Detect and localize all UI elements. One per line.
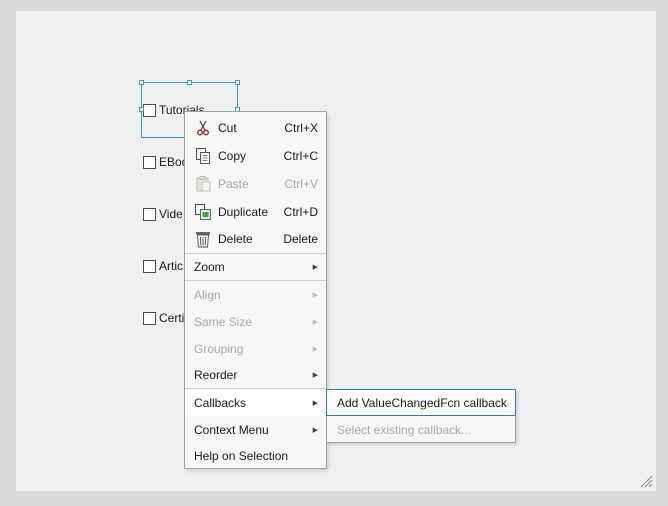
menu-item-duplicate[interactable]: Duplicate Ctrl+D: [185, 198, 326, 226]
menu-item-label: Align: [194, 287, 221, 302]
submenu-arrow-icon: ▶: [312, 264, 318, 271]
checkbox-certificates[interactable]: Certi: [143, 310, 184, 326]
menu-item-label: Help on Selection: [194, 449, 289, 463]
checkbox-label: Certi: [159, 311, 185, 325]
submenu-arrow-icon: ▶: [312, 291, 318, 299]
menu-item-reorder[interactable]: Reorder ▶: [185, 362, 326, 388]
menu-item-grouping[interactable]: Grouping ▶: [185, 335, 326, 362]
submenu-arrow-icon: ▶: [312, 399, 318, 407]
scissors-icon: [197, 120, 209, 136]
checkbox-articles[interactable]: Artic: [143, 258, 183, 274]
submenu-item-label: Add ValueChangedFcn callback: [337, 395, 507, 410]
menu-item-label: Zoom: [194, 260, 225, 274]
shortcut-label: Ctrl+X: [284, 121, 318, 135]
checkbox-ebooks[interactable]: EBoo: [143, 154, 188, 170]
checkbox-box[interactable]: [143, 155, 156, 169]
shortcut-label: Ctrl+C: [283, 149, 318, 163]
menu-item-label: Grouping: [194, 341, 244, 356]
submenu-arrow-icon: ▶: [312, 318, 318, 326]
clipboard-icon: [196, 176, 211, 192]
resize-handle-top[interactable]: [187, 80, 192, 85]
context-menu: Cut Ctrl+X Copy Ctrl+C Paste Ctrl+V Dupl…: [184, 111, 327, 469]
shortcut-label: Delete: [283, 232, 318, 246]
submenu-arrow-icon: ▶: [312, 426, 318, 434]
menu-item-label: Same Size: [194, 314, 253, 329]
resize-grip-icon[interactable]: [639, 474, 653, 488]
checkbox-label: Artic: [159, 259, 183, 273]
menu-item-label: Callbacks: [194, 395, 247, 410]
submenu-item-label: Select existing callback...: [337, 422, 472, 437]
shortcut-label: Ctrl+V: [284, 177, 318, 191]
resize-handle-top-right[interactable]: [235, 80, 240, 85]
submenu-item-add-valuechangedfcn-callback[interactable]: Add ValueChangedFcn callback: [326, 389, 516, 416]
menu-item-label: Context Menu: [194, 422, 269, 437]
copy-icon: [196, 148, 210, 164]
checkbox-box[interactable]: [143, 311, 156, 325]
trash-icon: [196, 232, 210, 248]
menu-item-delete[interactable]: Delete Delete: [185, 226, 326, 252]
checkbox-label: Vide: [159, 207, 183, 221]
menu-item-align[interactable]: Align ▶: [185, 281, 326, 308]
menu-item-context-menu[interactable]: Context Menu ▶: [185, 416, 326, 443]
duplicate-icon: [195, 204, 211, 220]
checkbox-box[interactable]: [143, 259, 156, 273]
menu-item-label: Paste: [218, 177, 249, 191]
menu-item-zoom[interactable]: Zoom ▶: [185, 254, 326, 280]
resize-handle-top-left[interactable]: [139, 80, 144, 85]
menu-item-paste[interactable]: Paste Ctrl+V: [185, 170, 326, 198]
submenu-arrow-icon: ▶: [312, 345, 318, 353]
submenu-arrow-icon: ▶: [312, 372, 318, 379]
menu-item-label: Reorder: [194, 368, 238, 382]
menu-item-callbacks[interactable]: Callbacks ▶: [185, 389, 326, 416]
menu-item-label: Delete: [218, 232, 253, 246]
shortcut-label: Ctrl+D: [283, 205, 318, 219]
checkbox-videos[interactable]: Vide: [143, 206, 183, 222]
resize-handle-left[interactable]: [139, 107, 144, 112]
menu-item-label: Copy: [218, 149, 247, 163]
menu-item-label: Duplicate: [218, 205, 269, 219]
menu-item-help-on-selection[interactable]: Help on Selection: [185, 443, 326, 469]
submenu-item-select-existing-callback[interactable]: Select existing callback...: [327, 417, 515, 442]
menu-item-cut[interactable]: Cut Ctrl+X: [185, 114, 326, 142]
callbacks-submenu: Add ValueChangedFcn callback Select exis…: [326, 389, 516, 443]
menu-item-same-size[interactable]: Same Size ▶: [185, 308, 326, 335]
menu-item-label: Cut: [218, 121, 237, 135]
checkbox-box[interactable]: [143, 207, 156, 221]
menu-item-copy[interactable]: Copy Ctrl+C: [185, 142, 326, 170]
